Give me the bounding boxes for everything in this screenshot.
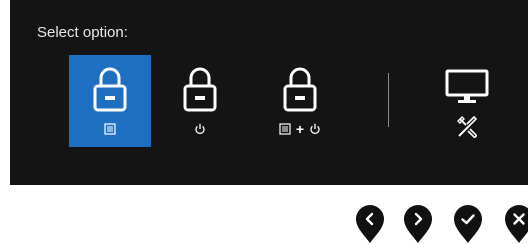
lock-icon [183, 67, 217, 112]
menu-icon [104, 123, 116, 135]
dialog-title: Select option: [37, 24, 128, 41]
monitor-icon [445, 69, 489, 103]
option-diagnostics[interactable] [427, 55, 509, 147]
option-power-lock[interactable] [159, 55, 241, 147]
menu-icon [279, 123, 291, 135]
power-icon [195, 123, 205, 135]
nav-confirm-button[interactable] [453, 204, 483, 244]
osd-dialog: Select option: + [10, 0, 528, 185]
plus-joiner: + [295, 121, 305, 137]
nav-right-button[interactable] [403, 204, 433, 244]
nav-left-button[interactable] [355, 204, 385, 244]
option-menu-lock[interactable] [69, 55, 151, 147]
lock-icon [93, 67, 127, 112]
lock-icon [283, 67, 317, 112]
power-icon [310, 123, 320, 135]
nav-close-button[interactable] [504, 204, 528, 244]
option-menu-power-lock[interactable]: + [259, 55, 341, 147]
divider [388, 73, 389, 127]
tools-icon [457, 115, 478, 138]
